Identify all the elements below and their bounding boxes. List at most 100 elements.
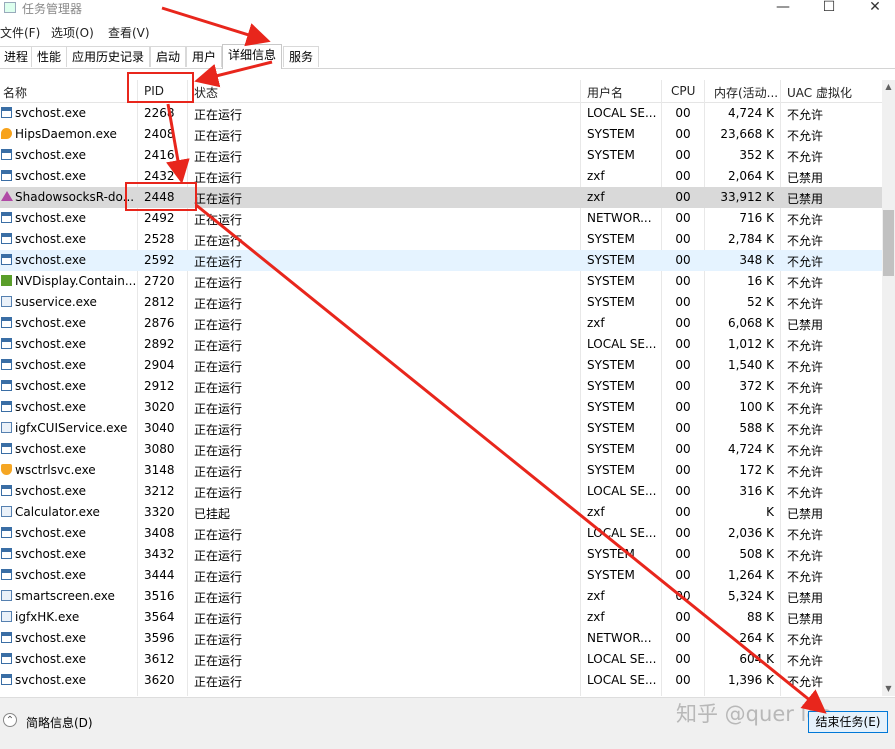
- table-row[interactable]: wsctrlsvc.exe 3148 正在运行 SYSTEM 00 172 K 不允许: [0, 460, 882, 481]
- app-icon: [1, 422, 12, 433]
- column-memory[interactable]: 内存(活动...: [714, 84, 778, 101]
- table-row[interactable]: igfxHK.exe 3564 正在运行 zxf 00 88 K 已禁用: [0, 607, 882, 628]
- service-icon: [1, 653, 12, 664]
- process-memory: 508 K: [739, 547, 774, 561]
- column-uac[interactable]: UAC 虚拟化: [787, 84, 852, 101]
- table-row[interactable]: HipsDaemon.exe 2408 正在运行 SYSTEM 00 23,668 K 不允…: [0, 124, 882, 145]
- process-pid: 3516: [144, 589, 175, 603]
- process-cpu: 00: [675, 463, 691, 477]
- table-row[interactable]: Calculator.exe 3320 已挂起 zxf 00 K 已禁用: [0, 502, 882, 523]
- process-status: 正在运行: [194, 423, 243, 437]
- chevron-up-icon[interactable]: ⌃: [3, 713, 17, 727]
- table-row[interactable]: svchost.exe 2892 正在运行 LOCAL SE... 00 1,012 K 不…: [0, 334, 882, 355]
- process-status: 正在运行: [194, 255, 243, 269]
- column-user[interactable]: 用户名: [587, 84, 623, 101]
- tab-performance[interactable]: 性能: [31, 46, 68, 67]
- table-row[interactable]: svchost.exe 3020 正在运行 SYSTEM 00 100 K 不允许: [0, 397, 882, 418]
- table-row[interactable]: svchost.exe 2904 正在运行 SYSTEM 00 1,540 K 不允许: [0, 355, 882, 376]
- column-status[interactable]: 状态: [194, 84, 218, 101]
- table-row[interactable]: svchost.exe 3596 正在运行 NETWOR... 00 264 K 不允许: [0, 628, 882, 649]
- tab-processes[interactable]: 进程: [0, 46, 35, 67]
- process-cpu: 00: [675, 169, 691, 183]
- process-user: SYSTEM: [587, 295, 635, 309]
- minimize-button[interactable]: —: [760, 0, 806, 18]
- process-name: svchost.exe: [15, 547, 86, 561]
- table-row[interactable]: svchost.exe 2876 正在运行 zxf 00 6,068 K 已禁用: [0, 313, 882, 334]
- process-uac: 不允许: [787, 402, 824, 416]
- process-status: 正在运行: [194, 549, 243, 563]
- process-memory: 23,668 K: [720, 127, 774, 141]
- vertical-scrollbar[interactable]: ▲ ▼: [882, 80, 895, 696]
- process-status: 正在运行: [194, 213, 243, 227]
- process-cpu: 00: [675, 295, 691, 309]
- scroll-down-icon[interactable]: ▼: [882, 684, 895, 693]
- table-row[interactable]: svchost.exe 3612 正在运行 LOCAL SE... 00 604 K 不允许: [0, 649, 882, 670]
- process-memory: 1,264 K: [727, 568, 774, 582]
- process-uac: 不允许: [787, 255, 824, 269]
- process-user: LOCAL SE...: [587, 484, 657, 498]
- process-name: svchost.exe: [15, 148, 86, 162]
- fewer-details-link[interactable]: 简略信息(D): [26, 714, 93, 731]
- process-uac: 已禁用: [787, 591, 824, 605]
- process-pid: 3612: [144, 652, 175, 666]
- table-row[interactable]: svchost.exe 3444 正在运行 SYSTEM 00 1,264 K 不允许: [0, 565, 882, 586]
- process-memory: 16 K: [747, 274, 774, 288]
- table-row[interactable]: svchost.exe 3620 正在运行 LOCAL SE... 00 1,396 K 不…: [0, 670, 882, 691]
- process-uac: 不允许: [787, 423, 824, 437]
- process-uac: 不允许: [787, 360, 824, 374]
- column-pid[interactable]: PID: [144, 84, 164, 98]
- process-memory: 6,068 K: [727, 316, 774, 330]
- table-row[interactable]: svchost.exe 3432 正在运行 SYSTEM 00 508 K 不允许: [0, 544, 882, 565]
- menu-file[interactable]: 文件(F): [0, 24, 40, 41]
- table-row[interactable]: svchost.exe 2416 正在运行 SYSTEM 00 352 K 不允许: [0, 145, 882, 166]
- table-row[interactable]: smartscreen.exe 3516 正在运行 zxf 00 5,324 K 已禁用: [0, 586, 882, 607]
- table-row[interactable]: ShadowsocksR-do... 2448 正在运行 zxf 00 33,912 K 已…: [0, 187, 882, 208]
- close-button[interactable]: ✕: [852, 0, 895, 18]
- table-row[interactable]: svchost.exe 3408 正在运行 LOCAL SE... 00 2,036 K 不…: [0, 523, 882, 544]
- table-row[interactable]: svchost.exe 2432 正在运行 zxf 00 2,064 K 已禁用: [0, 166, 882, 187]
- process-name: igfxCUIService.exe: [15, 421, 128, 435]
- process-status: 正在运行: [194, 444, 243, 458]
- column-name[interactable]: 名称: [3, 84, 27, 101]
- table-row[interactable]: svchost.exe 2912 正在运行 SYSTEM 00 372 K 不允许: [0, 376, 882, 397]
- process-pid: 3408: [144, 526, 175, 540]
- tab-startup[interactable]: 启动: [150, 46, 187, 67]
- scroll-up-icon[interactable]: ▲: [882, 82, 895, 91]
- service-icon: [1, 443, 12, 454]
- scroll-thumb[interactable]: [883, 210, 894, 276]
- table-row[interactable]: svchost.exe 2492 正在运行 NETWOR... 00 716 K 不允许: [0, 208, 882, 229]
- process-name: suservice.exe: [15, 295, 97, 309]
- table-row[interactable]: svchost.exe 3080 正在运行 SYSTEM 00 4,724 K 不允许: [0, 439, 882, 460]
- table-row[interactable]: svchost.exe 2528 正在运行 SYSTEM 00 2,784 K 不允许: [0, 229, 882, 250]
- tab-services[interactable]: 服务: [283, 46, 320, 67]
- table-row[interactable]: NVDisplay.Contain... 2720 正在运行 SYSTEM 00 16 K…: [0, 271, 882, 292]
- process-memory: 1,540 K: [727, 358, 774, 372]
- table-row[interactable]: svchost.exe 2592 正在运行 SYSTEM 00 348 K 不允许: [0, 250, 882, 271]
- maximize-button[interactable]: ☐: [806, 0, 852, 18]
- column-cpu[interactable]: CPU: [671, 84, 695, 98]
- process-memory: 2,036 K: [727, 526, 774, 540]
- process-pid: 2904: [144, 358, 175, 372]
- title-bar: 任务管理器 — ☐ ✕: [0, 0, 895, 18]
- table-row[interactable]: svchost.exe 3212 正在运行 LOCAL SE... 00 316 K 不允许: [0, 481, 882, 502]
- process-memory: 348 K: [739, 253, 774, 267]
- table-row[interactable]: svchost.exe 2268 正在运行 LOCAL SE... 00 4,724 K 不…: [0, 103, 882, 124]
- tab-details[interactable]: 详细信息: [222, 44, 283, 69]
- process-cpu: 00: [675, 547, 691, 561]
- process-user: LOCAL SE...: [587, 526, 657, 540]
- app-icon: [1, 506, 12, 517]
- service-icon: [1, 674, 12, 685]
- menu-view[interactable]: 查看(V): [108, 24, 150, 41]
- tab-app-history[interactable]: 应用历史记录: [66, 46, 151, 67]
- menu-options[interactable]: 选项(O): [51, 24, 94, 41]
- process-pid: 3564: [144, 610, 175, 624]
- process-name: wsctrlsvc.exe: [15, 463, 96, 477]
- tab-users[interactable]: 用户: [186, 46, 223, 67]
- process-pid: 3148: [144, 463, 175, 477]
- end-task-button[interactable]: 结束任务(E): [808, 711, 888, 733]
- process-name: svchost.exe: [15, 106, 86, 120]
- process-name: svchost.exe: [15, 652, 86, 666]
- process-uac: 已禁用: [787, 171, 824, 185]
- table-row[interactable]: suservice.exe 2812 正在运行 SYSTEM 00 52 K 不允许: [0, 292, 882, 313]
- table-row[interactable]: igfxCUIService.exe 3040 正在运行 SYSTEM 00 588 K 不…: [0, 418, 882, 439]
